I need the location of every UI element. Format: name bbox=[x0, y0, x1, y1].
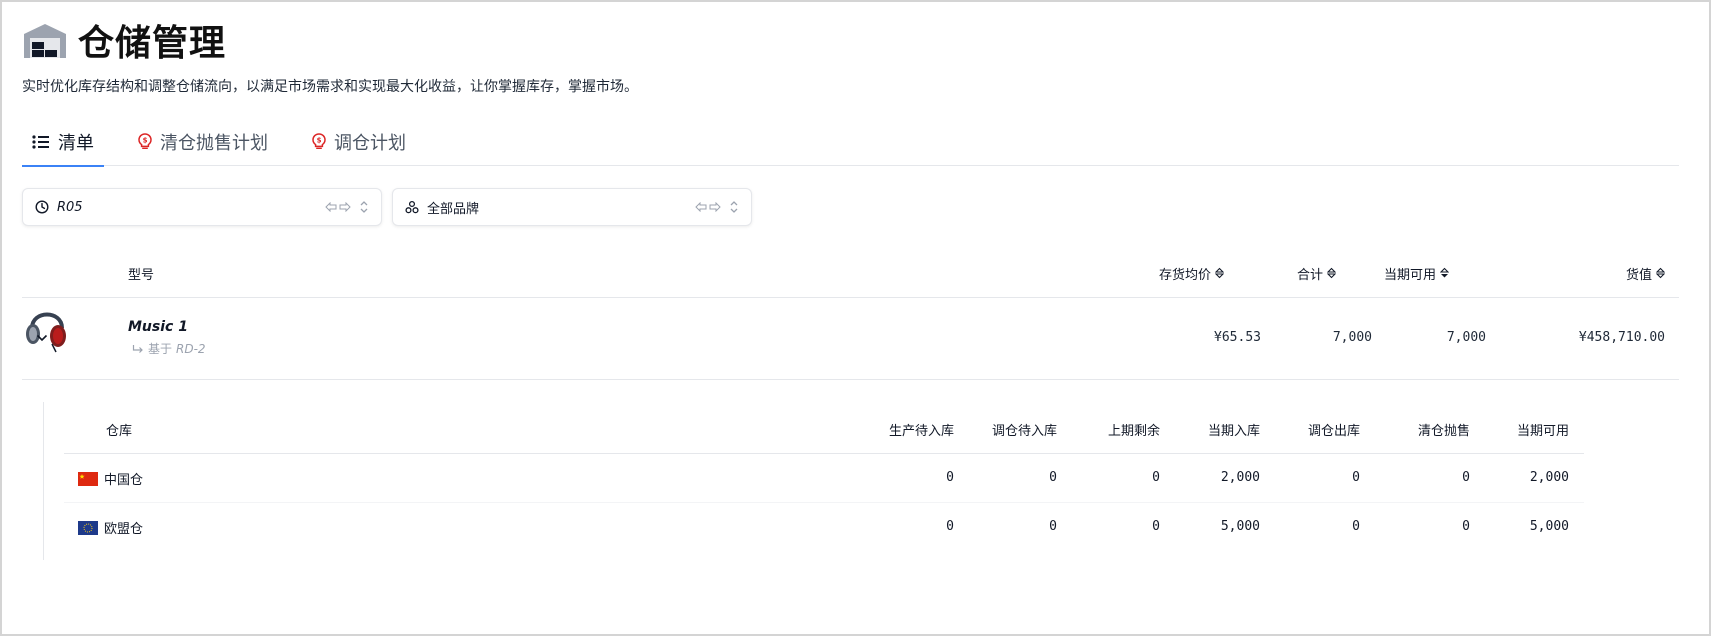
col-total[interactable]: 合计 bbox=[1297, 248, 1336, 298]
warehouse-icon bbox=[24, 24, 66, 58]
total-cell: 7,000 bbox=[1332, 330, 1372, 345]
current-in-cell: 2,000 bbox=[1220, 470, 1260, 485]
clearance-cell: 0 bbox=[1462, 470, 1470, 485]
last-remaining-cell: 0 bbox=[1152, 470, 1160, 485]
period-select[interactable]: R05 bbox=[22, 188, 382, 226]
sub-available-cell: 5,000 bbox=[1529, 519, 1569, 534]
lightbulb-dollar-icon: $ bbox=[312, 133, 326, 149]
value-cell: ¥458,710.00 bbox=[1578, 330, 1665, 345]
expand-toggle[interactable] bbox=[32, 328, 52, 348]
col-pending-production: 生产待入库 bbox=[888, 424, 954, 439]
table-row[interactable]: Music 1 基于 RD-2 ¥65.53 7,000 7,000 ¥458,… bbox=[22, 298, 1679, 380]
pending-transfer-cell: 0 bbox=[1049, 470, 1057, 485]
table-row[interactable]: 欧盟仓 0 0 0 5,000 0 0 5,000 bbox=[64, 503, 1584, 552]
col-sub-available: 当期可用 bbox=[1516, 424, 1569, 439]
brand-select[interactable]: 全部品牌 bbox=[392, 188, 752, 226]
tab-list[interactable]: 清单 bbox=[22, 118, 104, 167]
current-in-cell: 5,000 bbox=[1220, 519, 1260, 534]
transfer-out-cell: 0 bbox=[1352, 470, 1360, 485]
table-row[interactable]: 中国仓 0 0 0 2,000 0 0 2,000 bbox=[64, 454, 1584, 503]
tab-bar: 清单 $ 清仓抛售计划 $ 调仓计划 bbox=[22, 118, 1679, 167]
last-remaining-cell: 0 bbox=[1152, 519, 1160, 534]
warehouse-table-header: 仓库 生产待入库 调仓待入库 上期剩余 当期入库 调仓出库 清仓抛售 当期可用 bbox=[64, 402, 1584, 454]
col-model: 型号 bbox=[128, 267, 155, 283]
clearance-cell: 0 bbox=[1462, 519, 1470, 534]
based-on-ref: RD-2 bbox=[176, 341, 206, 356]
warehouse-table: 仓库 生产待入库 调仓待入库 上期剩余 当期入库 调仓出库 清仓抛售 当期可用 … bbox=[64, 402, 1584, 552]
col-current-in: 当期入库 bbox=[1207, 424, 1260, 439]
tab-transfer-plan-label: 调仓计划 bbox=[334, 133, 406, 154]
pending-transfer-cell: 0 bbox=[1049, 519, 1057, 534]
based-on: 基于 RD-2 bbox=[132, 340, 206, 357]
lightbulb-dollar-icon: $ bbox=[138, 133, 152, 149]
tab-clearance-plan-label: 清仓抛售计划 bbox=[160, 133, 268, 154]
based-on-label: 基于 bbox=[148, 342, 173, 356]
tab-transfer-plan[interactable]: $ 调仓计划 bbox=[302, 118, 416, 166]
tab-list-label: 清单 bbox=[58, 133, 94, 154]
transfer-out-cell: 0 bbox=[1352, 519, 1360, 534]
warehouse-detail: 仓库 生产待入库 调仓待入库 上期剩余 当期入库 调仓出库 清仓抛售 当期可用 … bbox=[43, 402, 1683, 560]
inventory-table: 型号 存货均价 合计 当期可用 货值 Music 1 基于 RD-2 ¥65.5… bbox=[22, 248, 1679, 380]
product-name: Music 1 bbox=[128, 319, 188, 335]
sort-desc-icon bbox=[1440, 267, 1449, 278]
arrow-right-icon[interactable] bbox=[339, 202, 351, 212]
prev-next-arrows bbox=[695, 202, 721, 212]
brand-value: 全部品牌 bbox=[427, 201, 480, 217]
arrow-right-icon[interactable] bbox=[709, 202, 721, 212]
tab-clearance-plan[interactable]: $ 清仓抛售计划 bbox=[128, 118, 278, 166]
warehouse-cell: 欧盟仓 bbox=[78, 518, 143, 537]
shapes-icon bbox=[405, 200, 419, 214]
col-warehouse: 仓库 bbox=[106, 424, 133, 439]
sort-icon bbox=[1327, 267, 1336, 279]
page-header: 仓储管理 bbox=[22, 18, 226, 64]
pending-production-cell: 0 bbox=[946, 470, 954, 485]
page-title: 仓储管理 bbox=[78, 23, 227, 64]
available-cell: 7,000 bbox=[1446, 330, 1486, 345]
col-transfer-out: 调仓出库 bbox=[1307, 424, 1360, 439]
eu-flag-icon bbox=[78, 520, 98, 535]
sort-icon bbox=[1215, 267, 1224, 279]
page-subtitle: 实时优化库存结构和调整仓储流向，以满足市场需求和实现最大化收益，让你掌握库存，掌… bbox=[22, 79, 638, 95]
return-arrow-icon bbox=[132, 344, 143, 353]
chevron-down-icon bbox=[36, 334, 48, 342]
col-last-remaining: 上期剩余 bbox=[1107, 424, 1160, 439]
col-clearance: 清仓抛售 bbox=[1417, 424, 1470, 439]
col-avg-price[interactable]: 存货均价 bbox=[1159, 248, 1224, 298]
warehouse-cell: 中国仓 bbox=[78, 469, 143, 488]
clock-icon bbox=[35, 200, 49, 214]
pending-production-cell: 0 bbox=[946, 519, 954, 534]
arrow-left-icon[interactable] bbox=[695, 202, 707, 212]
list-icon bbox=[32, 135, 49, 149]
arrow-left-icon[interactable] bbox=[325, 202, 337, 212]
col-pending-transfer: 调仓待入库 bbox=[991, 424, 1057, 439]
svg-text:$: $ bbox=[317, 136, 322, 144]
prev-next-arrows bbox=[325, 202, 351, 212]
table-header: 型号 存货均价 合计 当期可用 货值 bbox=[22, 248, 1679, 298]
sub-available-cell: 2,000 bbox=[1529, 470, 1569, 485]
chevron-up-down-icon bbox=[730, 201, 738, 213]
cn-flag-icon bbox=[78, 471, 98, 486]
col-available[interactable]: 当期可用 bbox=[1384, 248, 1449, 298]
avg-price-cell: ¥65.53 bbox=[1214, 330, 1261, 345]
period-value: R05 bbox=[57, 199, 83, 215]
chevron-up-down-icon bbox=[360, 201, 368, 213]
sort-icon bbox=[1656, 267, 1665, 279]
svg-text:$: $ bbox=[143, 136, 148, 144]
col-value[interactable]: 货值 bbox=[1626, 248, 1665, 298]
